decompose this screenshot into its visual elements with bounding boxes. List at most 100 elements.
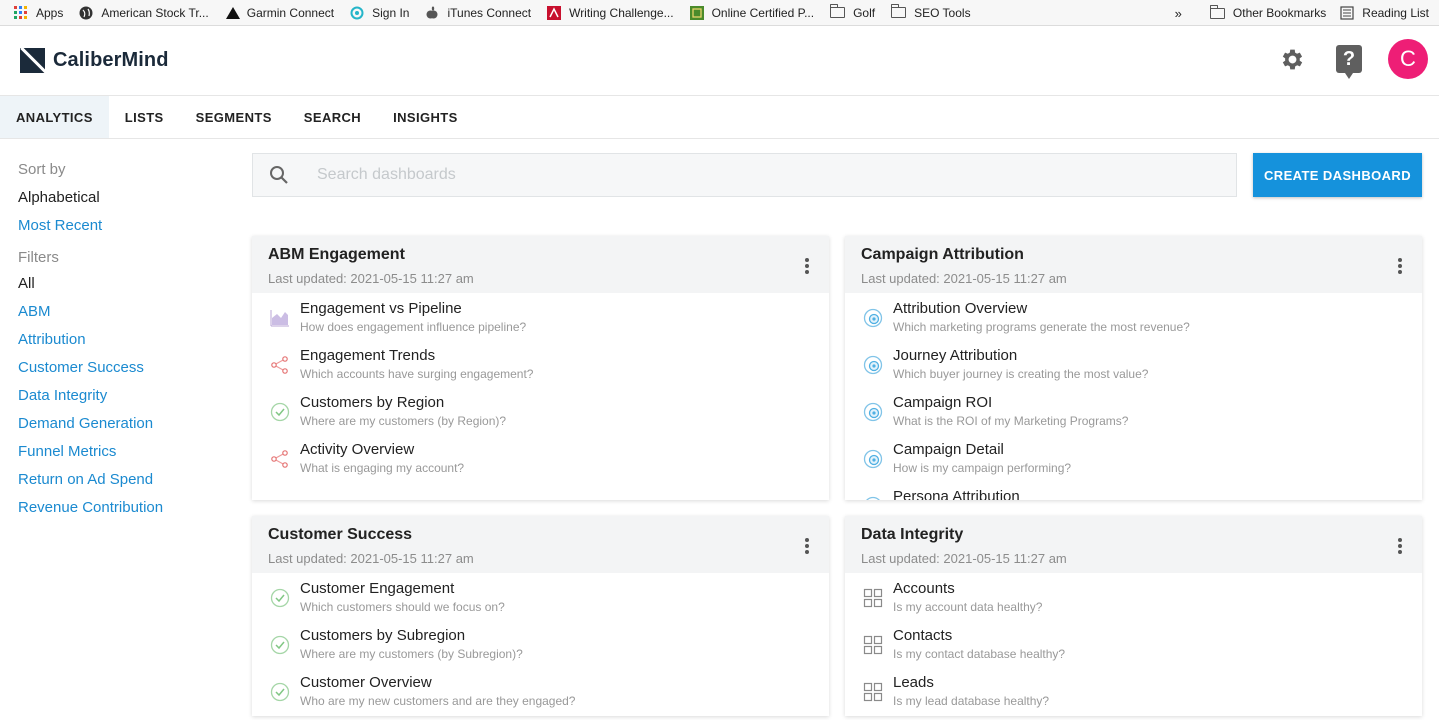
bookmark-american-stock[interactable]: American Stock Tr... bbox=[79, 5, 209, 20]
main-nav: ANALYTICS LISTS SEGMENTS SEARCH INSIGHTS bbox=[0, 96, 1439, 139]
tab-lists[interactable]: LISTS bbox=[109, 96, 180, 138]
tab-analytics[interactable]: ANALYTICS bbox=[0, 96, 109, 138]
filter-revenue-contribution[interactable]: Revenue Contribution bbox=[18, 493, 238, 521]
bookmark-label: iTunes Connect bbox=[447, 5, 532, 20]
more-options-icon[interactable] bbox=[805, 538, 809, 554]
triangle-icon bbox=[225, 6, 240, 20]
dashboard-card-customer-success[interactable]: Customer Success Last updated: 2021-05-1… bbox=[252, 516, 829, 716]
bookmark-label: Garmin Connect bbox=[246, 5, 335, 20]
help-icon[interactable]: ? bbox=[1336, 45, 1362, 79]
dashboard-card-data-integrity[interactable]: Data Integrity Last updated: 2021-05-15 … bbox=[845, 516, 1422, 716]
bookmark-label: American Stock Tr... bbox=[101, 5, 209, 20]
app-header: CaliberMind ? C bbox=[0, 26, 1439, 96]
bookmark-label: Online Certified P... bbox=[711, 5, 815, 20]
list-item[interactable]: Journey Attribution Which buyer journey i… bbox=[845, 347, 1422, 394]
bookmark-label: Apps bbox=[36, 5, 64, 20]
grid-icon bbox=[862, 634, 884, 656]
calibermind-logo-icon bbox=[20, 48, 45, 73]
filter-funnel-metrics[interactable]: Funnel Metrics bbox=[18, 437, 238, 465]
filter-attribution[interactable]: Attribution bbox=[18, 325, 238, 353]
list-item[interactable]: Engagement Trends Which accounts have sur… bbox=[252, 347, 829, 394]
filter-all[interactable]: All bbox=[18, 269, 238, 297]
brand-name: CaliberMind bbox=[53, 49, 169, 71]
bookmark-writing-challenge[interactable]: Writing Challenge... bbox=[547, 5, 674, 20]
card-last-updated: Last updated: 2021-05-15 11:27 am bbox=[861, 271, 1067, 286]
filter-return-on-ad-spend[interactable]: Return on Ad Spend bbox=[18, 465, 238, 493]
list-item[interactable]: Accounts Is my account data healthy? bbox=[845, 580, 1422, 627]
dashboard-card-campaign-attribution[interactable]: Campaign Attribution Last updated: 2021-… bbox=[845, 236, 1422, 500]
check-circle-icon bbox=[269, 587, 291, 609]
sort-most-recent[interactable]: Most Recent bbox=[18, 211, 238, 239]
bookmark-label: SEO Tools bbox=[914, 5, 971, 20]
tab-insights[interactable]: INSIGHTS bbox=[377, 96, 474, 138]
bookmark-online-certified[interactable]: Online Certified P... bbox=[689, 5, 815, 20]
swirl-icon bbox=[350, 6, 364, 20]
brand-logo[interactable]: CaliberMind bbox=[20, 48, 169, 73]
card-last-updated: Last updated: 2021-05-15 11:27 am bbox=[268, 271, 474, 286]
filter-customer-success[interactable]: Customer Success bbox=[18, 353, 238, 381]
tab-search[interactable]: SEARCH bbox=[288, 96, 377, 138]
bookmark-garmin[interactable]: Garmin Connect bbox=[225, 6, 334, 20]
network-icon bbox=[269, 354, 291, 376]
sort-heading: Sort by bbox=[18, 161, 66, 178]
filter-data-integrity[interactable]: Data Integrity bbox=[18, 381, 238, 409]
bookmark-label: Sign In bbox=[372, 5, 410, 20]
check-circle-icon bbox=[269, 401, 291, 423]
sort-alphabetical[interactable]: Alphabetical bbox=[18, 183, 238, 211]
list-item[interactable]: Contacts Is my contact database healthy? bbox=[845, 627, 1422, 674]
green-logo-icon bbox=[689, 5, 704, 20]
grid-icon bbox=[862, 681, 884, 703]
bookmark-label: Other Bookmarks bbox=[1232, 6, 1327, 20]
target-icon bbox=[862, 401, 884, 423]
list-item[interactable]: Persona Attribution bbox=[845, 488, 1422, 500]
dashboard-card-abm-engagement[interactable]: ABM Engagement Last updated: 2021-05-15 … bbox=[252, 236, 829, 500]
create-dashboard-button[interactable]: CREATE DASHBOARD bbox=[1253, 153, 1422, 197]
more-options-icon[interactable] bbox=[1398, 258, 1402, 274]
bookmark-reading-list[interactable]: Reading List bbox=[1340, 6, 1429, 20]
reading-list-icon bbox=[1340, 6, 1354, 20]
list-item[interactable]: Attribution Overview Which marketing prog… bbox=[845, 300, 1422, 347]
filter-abm[interactable]: ABM bbox=[18, 297, 238, 325]
bookmarks-overflow-button[interactable]: » bbox=[1175, 6, 1182, 21]
area-chart-icon bbox=[269, 307, 291, 329]
check-circle-icon bbox=[269, 634, 291, 656]
bookmark-sign-in[interactable]: Sign In bbox=[350, 6, 409, 20]
search-input[interactable] bbox=[317, 166, 1177, 184]
card-title: Campaign Attribution bbox=[861, 246, 1024, 263]
avatar[interactable]: C bbox=[1388, 39, 1428, 79]
sidebar: Sort by Alphabetical Most Recent Filters… bbox=[18, 139, 238, 521]
filters-heading: Filters bbox=[18, 249, 59, 266]
card-title: Customer Success bbox=[268, 526, 413, 543]
target-icon bbox=[862, 354, 884, 376]
bookmark-folder-golf[interactable]: Golf bbox=[829, 4, 875, 20]
gear-icon[interactable] bbox=[1279, 46, 1306, 73]
bookmark-itunes-connect[interactable]: iTunes Connect bbox=[425, 6, 531, 20]
list-item[interactable]: Customers by Region Where are my customer… bbox=[252, 394, 829, 441]
list-item[interactable]: Campaign ROI What is the ROI of my Market… bbox=[845, 394, 1422, 441]
apple-icon bbox=[425, 6, 439, 20]
card-title: Data Integrity bbox=[861, 526, 964, 543]
folder-icon bbox=[1209, 4, 1225, 19]
bookmark-other-bookmarks[interactable]: Other Bookmarks bbox=[1209, 4, 1327, 20]
more-options-icon[interactable] bbox=[1398, 538, 1402, 554]
globe-icon bbox=[79, 6, 93, 20]
list-item[interactable]: Customer Engagement Which customers shoul… bbox=[252, 580, 829, 627]
filter-demand-generation[interactable]: Demand Generation bbox=[18, 409, 238, 437]
bookmark-apps[interactable]: Apps bbox=[14, 5, 64, 20]
list-item[interactable]: Customers by Subregion Where are my custo… bbox=[252, 627, 829, 674]
more-options-icon[interactable] bbox=[805, 258, 809, 274]
dashboard-main: CREATE DASHBOARD ABM Engagement Last upd… bbox=[252, 153, 1422, 716]
bookmark-folder-seo-tools[interactable]: SEO Tools bbox=[890, 4, 971, 20]
list-item[interactable]: Leads Is my lead database healthy? bbox=[845, 674, 1422, 716]
card-last-updated: Last updated: 2021-05-15 11:27 am bbox=[861, 551, 1067, 566]
list-item[interactable]: Campaign Detail How is my campaign perfor… bbox=[845, 441, 1422, 488]
list-item[interactable]: Customer Overview Who are my new customer… bbox=[252, 674, 829, 716]
list-item[interactable]: Engagement vs Pipeline How does engagemen… bbox=[252, 300, 829, 347]
target-icon bbox=[862, 495, 884, 500]
check-circle-icon bbox=[269, 681, 291, 703]
target-icon bbox=[862, 448, 884, 470]
bookmark-label: Reading List bbox=[1362, 6, 1429, 20]
tab-segments[interactable]: SEGMENTS bbox=[180, 96, 288, 138]
search-icon bbox=[270, 166, 288, 184]
list-item[interactable]: Activity Overview What is engaging my acc… bbox=[252, 441, 829, 488]
